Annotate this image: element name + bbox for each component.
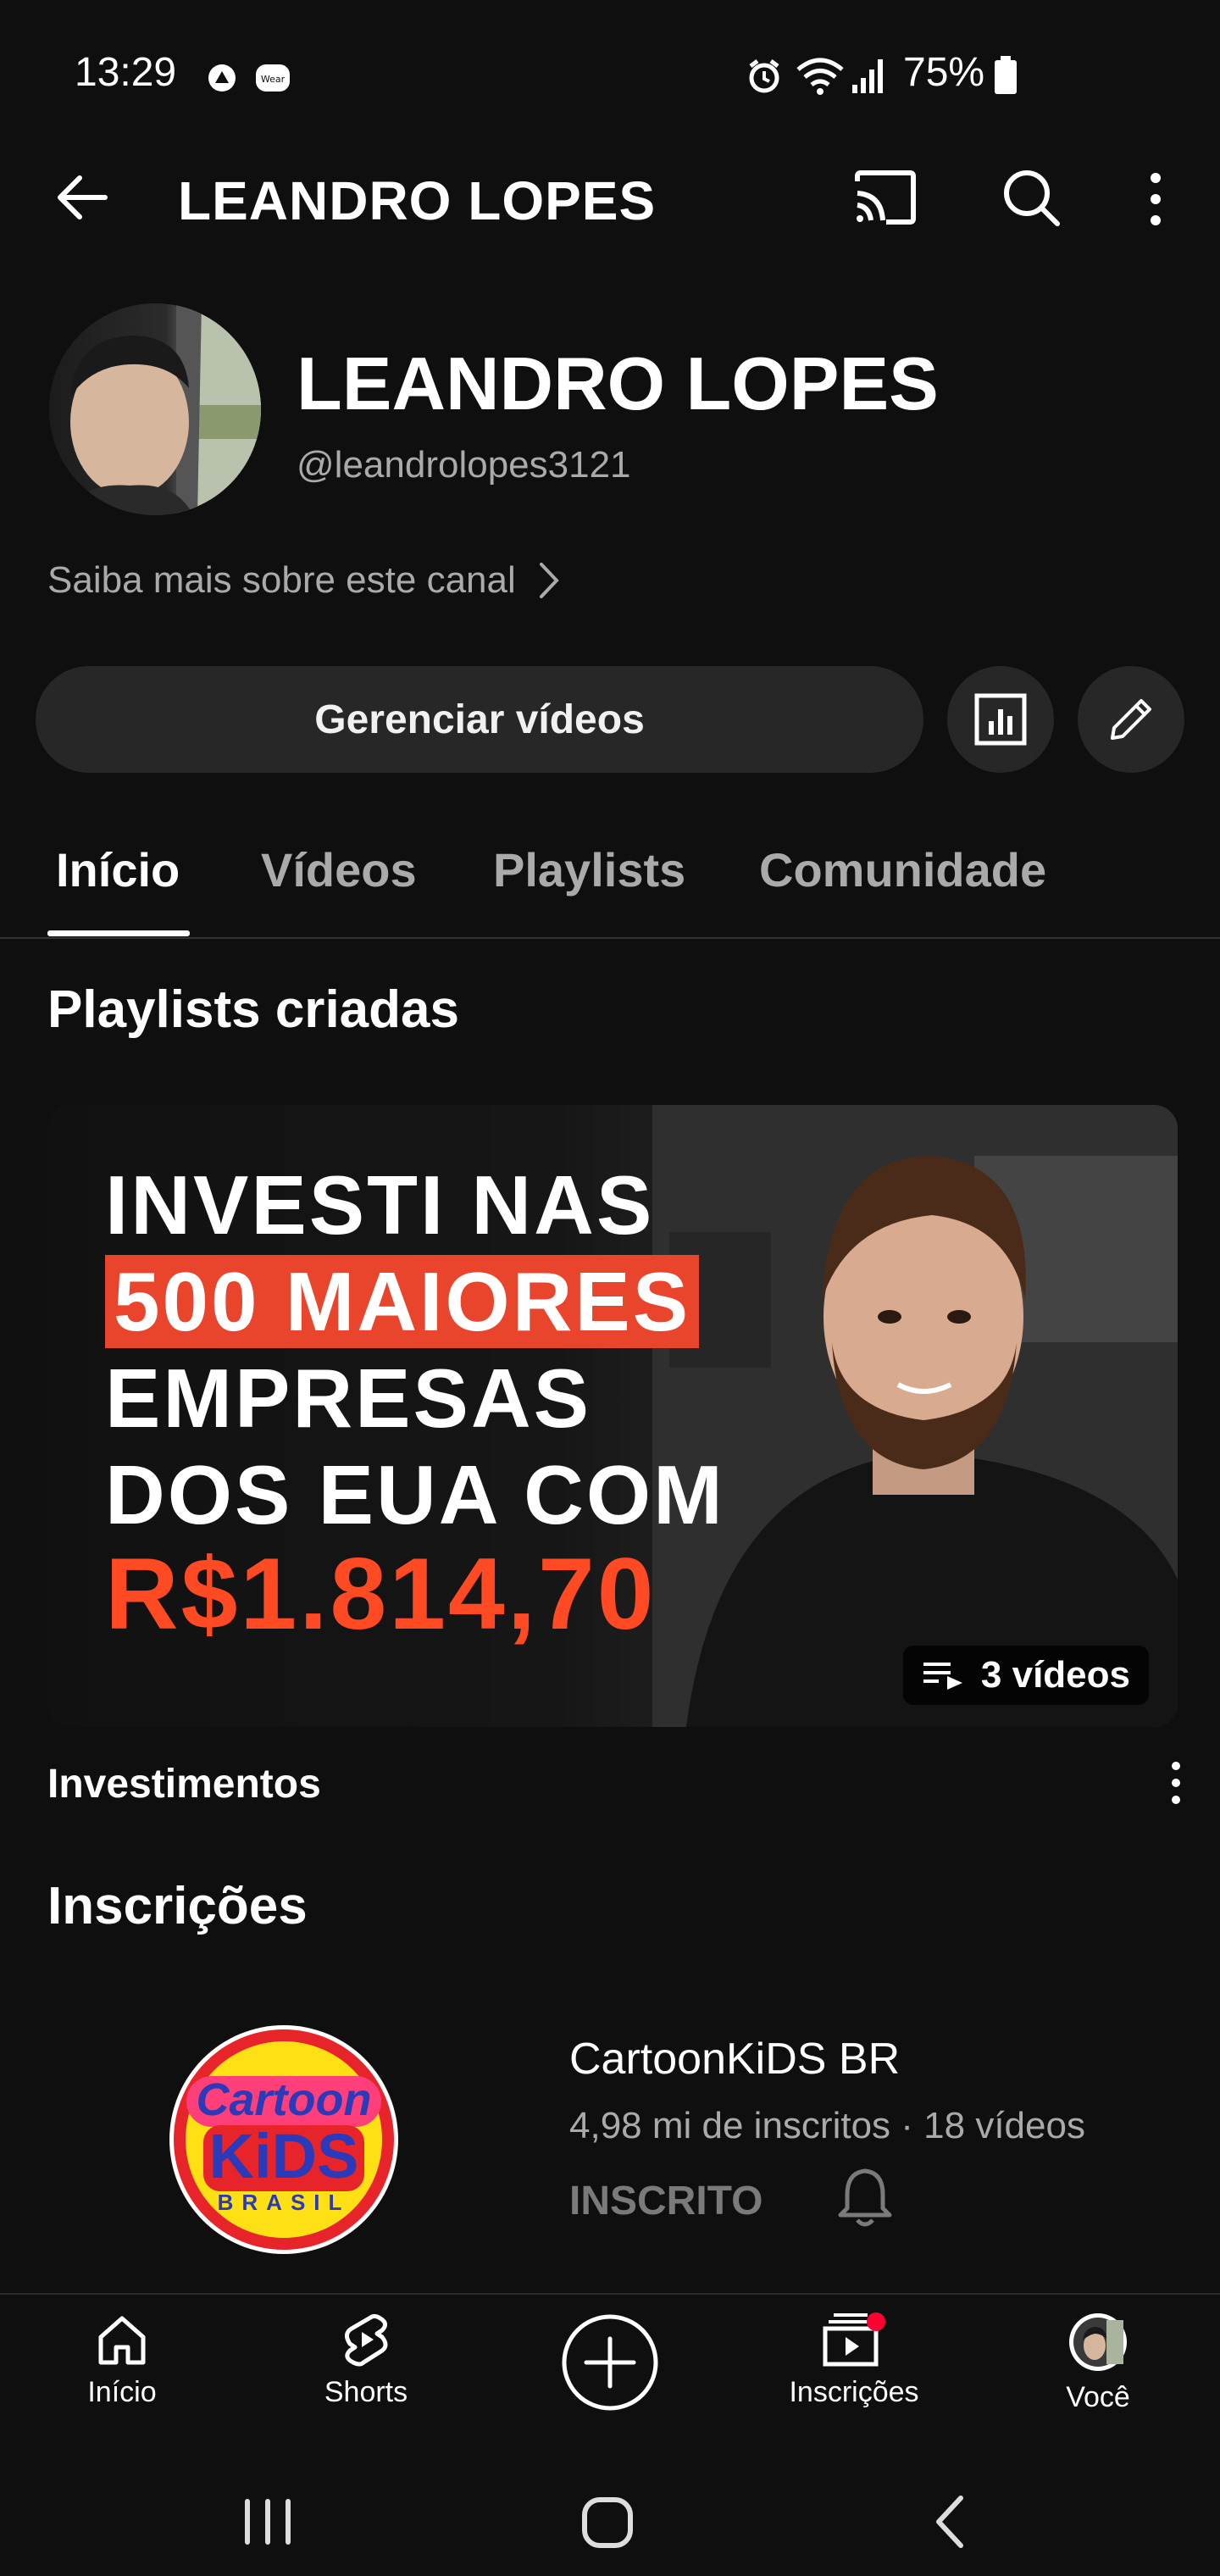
tab-inicio[interactable]: Início — [56, 842, 180, 897]
analytics-button[interactable] — [947, 666, 1054, 773]
tab-comunidade[interactable]: Comunidade — [759, 842, 1046, 897]
channel-tabs: Início Vídeos Playlists Comunidade — [0, 830, 1220, 939]
thumbnail-text-line: EMPRESAS — [105, 1352, 592, 1445]
alarm-icon — [744, 56, 785, 97]
channel-handle: @leandrolopes3121 — [297, 444, 631, 486]
playlist-more-icon[interactable] — [1166, 1759, 1186, 1807]
playlists-section-title: Playlists criadas — [47, 980, 459, 1039]
logo-text: BRASIL — [218, 2190, 351, 2215]
nav-you-label: Você — [1066, 2381, 1130, 2413]
system-navigation-bar — [0, 2444, 1220, 2576]
nav-create[interactable] — [517, 2313, 703, 2412]
notification-icon — [205, 61, 239, 95]
shorts-icon — [338, 2312, 394, 2368]
manage-videos-button[interactable]: Gerenciar vídeos — [36, 666, 923, 773]
video-count-badge: 3 vídeos — [902, 1646, 1149, 1705]
svg-text:Wear: Wear — [261, 74, 286, 85]
about-channel-label: Saiba mais sobre este canal — [47, 559, 516, 601]
nav-home-label: Início — [87, 2376, 157, 2408]
system-back-icon[interactable] — [932, 2495, 966, 2549]
thumbnail-text-line: INVESTI NAS — [105, 1158, 655, 1252]
playlist-icon — [922, 1661, 966, 1690]
analytics-icon — [973, 692, 1028, 747]
subscription-channel-logo[interactable]: Cartoon KiDS BRASIL — [169, 2025, 398, 2254]
subscribed-button[interactable]: INSCRITO — [569, 2178, 762, 2224]
edit-channel-button[interactable] — [1078, 666, 1184, 773]
you-avatar — [1068, 2312, 1128, 2373]
logo-text: KiDS — [209, 2121, 359, 2191]
cast-icon[interactable] — [852, 168, 918, 227]
nav-home[interactable]: Início — [29, 2312, 215, 2409]
subscription-channel-name[interactable]: CartoonKiDS BR — [569, 2034, 900, 2085]
more-options-icon[interactable] — [1139, 169, 1173, 229]
subscriptions-icon — [820, 2312, 888, 2368]
thumbnail-price-text: R$1.814,70 — [105, 1537, 657, 1651]
recent-apps-icon[interactable] — [241, 2498, 295, 2545]
create-icon — [561, 2313, 659, 2412]
header-title: LEANDRO LOPES — [178, 170, 657, 231]
subscription-channel-meta: 4,98 mi de inscritos · 18 vídeos — [569, 2105, 1085, 2146]
about-channel-link[interactable]: Saiba mais sobre este canal — [47, 559, 562, 602]
search-icon[interactable] — [1000, 166, 1062, 229]
channel-name: LEANDRO LOPES — [297, 341, 939, 425]
bell-icon[interactable] — [837, 2166, 893, 2229]
home-icon — [94, 2312, 150, 2368]
pencil-icon — [1104, 692, 1158, 747]
video-count-label: 3 vídeos — [980, 1654, 1130, 1696]
subscriptions-section-title: Inscrições — [47, 1877, 308, 1935]
thumbnail-text-line: 500 MAIORES — [105, 1254, 700, 1350]
nav-shorts-label: Shorts — [324, 2376, 408, 2408]
battery-icon — [993, 56, 1018, 95]
battery-percent: 75% — [903, 50, 985, 95]
chevron-right-icon — [536, 561, 562, 600]
channel-avatar[interactable] — [49, 303, 261, 515]
playlist-thumbnail[interactable]: INVESTI NAS 500 MAIORES EMPRESAS DOS EUA… — [47, 1105, 1178, 1727]
playlist-title[interactable]: Investimentos — [47, 1761, 321, 1807]
thumbnail-text-line: DOS EUA COM — [105, 1448, 725, 1541]
thumbnail-highlight-text: 500 MAIORES — [105, 1255, 700, 1348]
wifi-icon — [795, 54, 846, 97]
nav-shorts[interactable]: Shorts — [273, 2312, 459, 2409]
bottom-navigation: Início Shorts Inscrições Você — [0, 2293, 1220, 2446]
tab-videos[interactable]: Vídeos — [261, 842, 417, 897]
nav-you[interactable]: Você — [1005, 2312, 1191, 2414]
nav-subscriptions-label: Inscrições — [789, 2376, 919, 2408]
logo-text: Cartoon — [197, 2074, 372, 2125]
back-icon[interactable] — [53, 168, 112, 227]
home-button-icon[interactable] — [581, 2496, 634, 2549]
status-time: 13:29 — [75, 50, 177, 95]
presenter-image — [652, 1105, 1178, 1727]
active-tab-indicator — [47, 930, 190, 936]
tab-playlists[interactable]: Playlists — [493, 842, 685, 897]
signal-icon — [851, 56, 886, 95]
nav-subscriptions[interactable]: Inscrições — [761, 2312, 947, 2409]
wear-icon: Wear — [254, 61, 291, 95]
